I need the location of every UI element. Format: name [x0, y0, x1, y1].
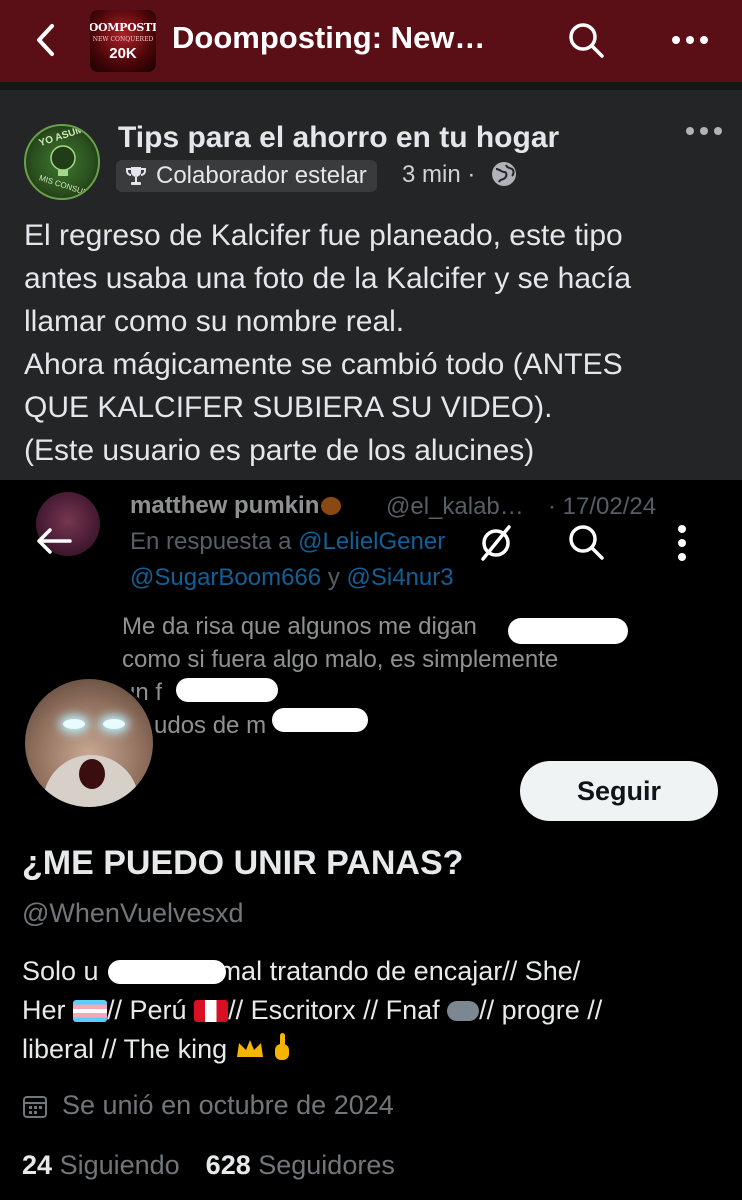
group-title[interactable]: Doomposting: New…	[172, 20, 485, 56]
post-image[interactable]: matthew pumkin @el_kalab… · 17/02/24 En …	[0, 480, 742, 1200]
search-icon[interactable]	[566, 522, 606, 562]
follow-stats: 24 Siguiendo 628 Seguidores	[22, 1150, 395, 1181]
post-timestamp[interactable]: 3 min ·	[402, 161, 475, 189]
back-arrow-icon[interactable]	[28, 20, 68, 60]
redaction-scribble	[176, 678, 278, 702]
gamepad-icon	[447, 1001, 480, 1021]
pumpkin-icon	[321, 497, 342, 515]
badge-label: Colaborador estelar	[156, 162, 367, 189]
group-logo[interactable]: DOOMPOSTIN NEW CONQUERED 20K	[90, 10, 156, 72]
group-header: DOOMPOSTIN NEW CONQUERED 20K Doomposting…	[0, 0, 742, 82]
more-vertical-icon[interactable]	[672, 524, 692, 562]
post-more-options-icon[interactable]	[684, 124, 724, 138]
peru-flag-icon	[194, 1000, 229, 1022]
calendar-icon	[23, 1095, 47, 1118]
middle-finger-hand-icon	[275, 1033, 290, 1060]
followers-link[interactable]: 628 Seguidores	[206, 1150, 395, 1180]
redaction-scribble	[108, 960, 226, 984]
profile-display-name: ¿ME PUEDO UNIR PANAS?	[22, 844, 464, 882]
lightbulb-globe-icon	[50, 145, 76, 176]
following-link[interactable]: 24 Siguiendo	[22, 1150, 180, 1180]
trophy-icon	[126, 167, 146, 185]
redaction-scribble	[508, 618, 628, 644]
public-globe-icon	[492, 162, 516, 186]
joined-date: Se unió en octubre de 2024	[22, 1090, 394, 1121]
search-icon[interactable]	[566, 20, 606, 60]
profile-handle: @WhenVuelvesxd	[22, 898, 244, 928]
crown-icon	[236, 1040, 263, 1057]
divider	[0, 82, 742, 90]
post-text: El regreso de Kalcifer fue planeado, est…	[24, 219, 632, 467]
author-avatar[interactable]: YO ASUMO MIS CONSUMO	[24, 124, 100, 200]
more-options-icon[interactable]	[668, 30, 712, 50]
follow-button[interactable]: Seguir	[520, 761, 718, 821]
contributor-badge[interactable]: Colaborador estelar	[116, 160, 377, 192]
back-arrow-icon[interactable]	[34, 525, 74, 557]
post-author-name[interactable]: Tips para el ahorro en tu hogar	[118, 121, 559, 155]
profile-avatar[interactable]	[22, 676, 156, 810]
hide-eye-slash-icon[interactable]	[476, 522, 516, 562]
redaction-scribble	[272, 708, 368, 732]
transgender-flag-icon	[73, 1000, 108, 1022]
